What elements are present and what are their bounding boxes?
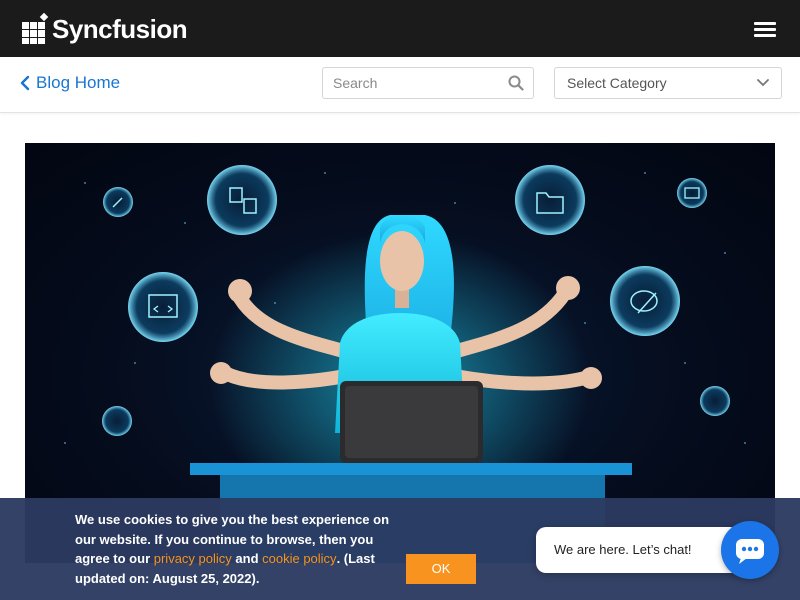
search-box: [322, 67, 534, 99]
hamburger-menu-icon[interactable]: [754, 22, 776, 38]
cookie-message: We use cookies to give you the best expe…: [75, 510, 395, 588]
blog-home-label: Blog Home: [36, 73, 121, 92]
chat-prompt-text: We are here. Let’s chat!: [554, 542, 692, 557]
syncfusion-logo[interactable]: Syncfusion: [22, 12, 188, 46]
chevron-left-icon: [20, 75, 30, 91]
bubble-code-window-icon: [128, 272, 198, 342]
blog-subnav: Blog Home Select Category: [0, 57, 800, 113]
bubble-palette-icon: [610, 266, 680, 336]
cookie-ok-button[interactable]: OK: [406, 554, 476, 584]
search-input[interactable]: [333, 68, 503, 98]
search-icon[interactable]: [508, 75, 524, 91]
logo-grid-icon: [22, 12, 50, 44]
blog-home-link[interactable]: Blog Home: [20, 73, 120, 93]
chat-prompt-bubble[interactable]: We are here. Let’s chat!: [536, 527, 740, 573]
category-select[interactable]: Select Category: [554, 67, 782, 99]
chevron-down-icon: [757, 79, 769, 87]
chat-icon: [736, 539, 764, 564]
chat-launcher-button[interactable]: [721, 521, 779, 579]
privacy-policy-link[interactable]: privacy policy: [154, 551, 232, 566]
bubble-folder-icon: [515, 165, 585, 235]
bubble-flowchart-icon: [207, 165, 277, 235]
cookie-text-and: and: [231, 551, 263, 566]
category-select-label: Select Category: [567, 75, 667, 91]
bubble-browser-icon: [677, 178, 707, 208]
cookie-policy-link[interactable]: cookie policy: [262, 551, 336, 566]
top-navigation-bar: Syncfusion: [0, 0, 800, 57]
brand-name: Syncfusion: [52, 14, 188, 44]
bubble-pen-icon: [103, 187, 133, 217]
